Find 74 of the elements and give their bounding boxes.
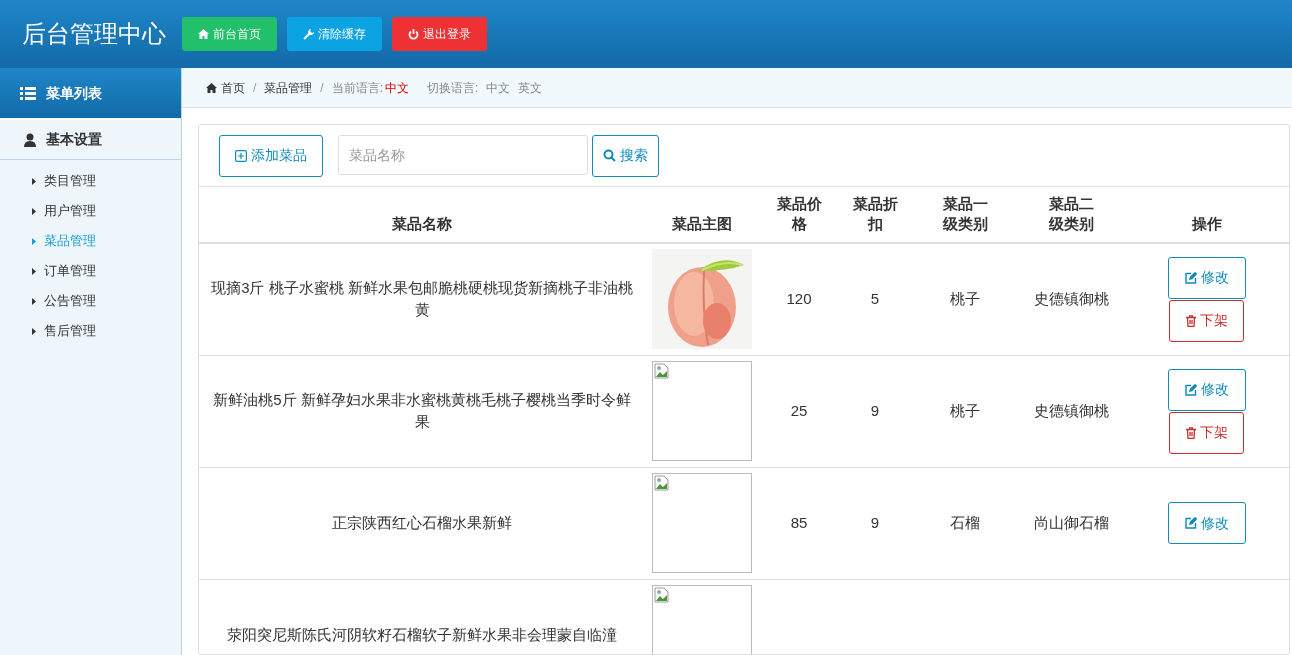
- app-title: 后台管理中心: [22, 19, 166, 49]
- remove-button[interactable]: 下架: [1169, 411, 1244, 454]
- edit-icon: [1184, 271, 1197, 284]
- table-cell: 桃子: [950, 290, 980, 307]
- column-header: 操作: [1191, 214, 1222, 234]
- language-link[interactable]: 英文: [518, 78, 543, 97]
- edit-icon: [1184, 383, 1197, 396]
- caret-icon: [32, 297, 36, 305]
- group-heading[interactable]: 基本设置: [0, 119, 181, 160]
- breadcrumb-home-link[interactable]: 首页: [206, 78, 245, 97]
- breadcrumb-separator: /: [253, 79, 257, 97]
- caret-icon: [32, 237, 36, 245]
- sidebar-item[interactable]: 类目管理: [0, 166, 181, 196]
- column-header: 菜品名称: [392, 214, 452, 234]
- table-cell: 史德镇御桃: [1034, 290, 1109, 307]
- power-icon: [408, 28, 419, 40]
- column-header: 菜品折扣: [851, 194, 899, 234]
- caret-icon: [32, 207, 36, 215]
- wrench-icon: [303, 28, 314, 40]
- search-button[interactable]: 搜索: [592, 134, 659, 177]
- sidebar-item[interactable]: 公告管理: [0, 286, 181, 316]
- caret-icon: [32, 267, 36, 275]
- table-cell: 荥阳突尼斯陈氏河阴软籽石榴软子新鲜水果非会理蒙自临潼: [227, 626, 617, 643]
- switch-language-label: 切换语言:: [427, 79, 479, 97]
- column-header: 菜品一级类别: [941, 194, 989, 234]
- table-cell: 9: [870, 513, 880, 531]
- table-cell: 正宗陕西红心石榴水果新鲜: [332, 514, 512, 531]
- sidebar-item[interactable]: 订单管理: [0, 256, 181, 286]
- sidebar-item[interactable]: 售后管理: [0, 316, 181, 346]
- trash-icon: [1185, 314, 1196, 327]
- user-icon: [24, 132, 36, 147]
- table-cell: 现摘3斤 桃子水蜜桃 新鲜水果包邮脆桃硬桃现货新摘桃子非油桃黄: [211, 279, 633, 319]
- column-header: 菜品价格: [775, 194, 823, 234]
- edit-button[interactable]: 修改: [1167, 368, 1246, 411]
- search-icon: [603, 149, 616, 162]
- table-cell: 9: [870, 401, 880, 419]
- list-icon: [20, 86, 36, 100]
- remove-button[interactable]: 下架: [1169, 299, 1244, 342]
- home-icon: [206, 82, 217, 93]
- column-header: 菜品主图: [672, 214, 732, 234]
- table-cell: 尚山御石榴: [1034, 513, 1109, 531]
- search-field[interactable]: 菜品名称: [338, 134, 588, 175]
- home-icon: [198, 29, 209, 39]
- table-cell: 新鲜油桃5斤 新鲜孕妇水果非水蜜桃黄桃毛桃子樱桃当季时令鲜果: [213, 391, 631, 430]
- table-cell: 25: [790, 401, 808, 419]
- caret-icon: [32, 327, 36, 335]
- table-cell: 5: [870, 290, 880, 307]
- edit-button[interactable]: 修改: [1167, 256, 1246, 299]
- menu-heading: 菜单列表: [0, 68, 181, 118]
- edit-button[interactable]: 修改: [1167, 502, 1246, 544]
- table-cell: 桃子: [950, 401, 980, 419]
- current-language: 中文: [385, 79, 410, 97]
- table-cell: 史德镇御桃: [1034, 401, 1109, 419]
- broken-image-icon: [654, 587, 670, 603]
- language-label: 当前语言:: [331, 79, 384, 97]
- broken-image-icon: [654, 475, 670, 491]
- sidebar-item[interactable]: 用户管理: [0, 196, 181, 226]
- breadcrumb-separator: /: [320, 79, 324, 97]
- add-button[interactable]: 添加菜品: [219, 134, 323, 177]
- edit-icon: [1184, 517, 1197, 529]
- sidebar-item[interactable]: 菜品管理: [0, 226, 181, 256]
- nav-button[interactable]: 前台首页: [182, 17, 277, 51]
- breadcrumb-link[interactable]: 菜品管理: [264, 78, 313, 97]
- table-cell: 120: [786, 290, 812, 307]
- column-header: 菜品二级类别: [1048, 194, 1095, 234]
- nav-button[interactable]: 退出登录: [392, 17, 487, 51]
- table-cell: 85: [790, 513, 808, 531]
- broken-image-icon: [654, 363, 670, 379]
- table-cell: 石榴: [950, 513, 980, 531]
- language-link[interactable]: 中文: [486, 78, 511, 97]
- caret-icon: [32, 177, 36, 185]
- plus-square-icon: [235, 149, 247, 162]
- nav-button[interactable]: 清除缓存: [287, 17, 382, 51]
- trash-icon: [1185, 426, 1196, 439]
